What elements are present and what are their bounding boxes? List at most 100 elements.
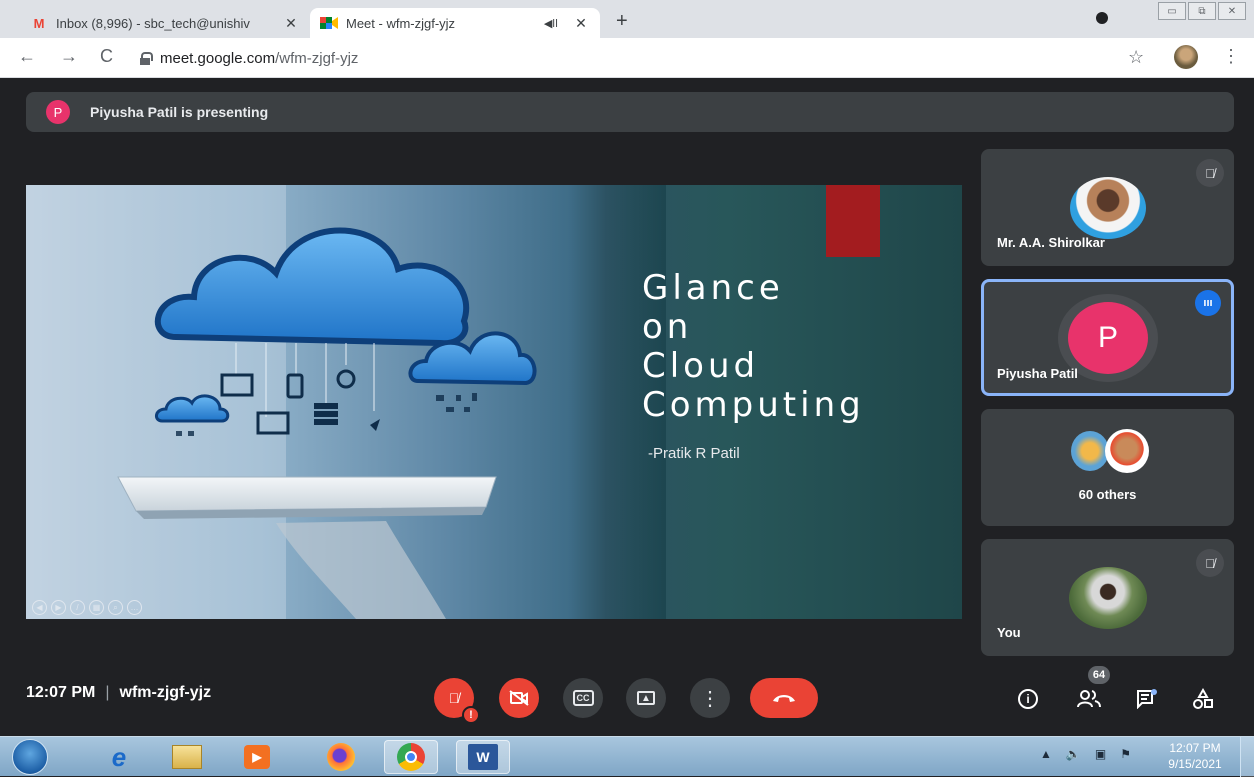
slide-title-line: Computing (642, 385, 865, 425)
current-time: 12:07 PM (26, 684, 96, 701)
mic-toggle-button[interactable]: 🎙̸ ! (434, 678, 480, 724)
forward-arrow-icon[interactable]: → (60, 46, 78, 67)
file-explorer-icon[interactable] (160, 740, 214, 774)
zoom-icon[interactable]: ⌕ (108, 600, 123, 615)
back-arrow-icon[interactable]: ← (18, 46, 36, 67)
chrome-icon[interactable] (384, 740, 438, 774)
show-hidden-icons-icon[interactable]: ▲ (1040, 747, 1052, 761)
people-icon (1077, 690, 1101, 708)
camera-toggle-button[interactable] (499, 678, 539, 718)
chat-button[interactable] (1132, 684, 1162, 714)
mic-off-icon: 🎙̸ (1196, 549, 1224, 577)
clock-time: 12:07 PM (1169, 741, 1221, 755)
participant-photo (1105, 429, 1149, 473)
leave-call-button[interactable] (750, 678, 818, 718)
people-button[interactable] (1074, 684, 1104, 714)
warning-badge: ! (462, 706, 480, 724)
lock-icon[interactable] (140, 52, 153, 65)
word-icon[interactable]: W (456, 740, 510, 774)
network-icon[interactable]: ▣ (1095, 747, 1106, 761)
activities-button[interactable] (1188, 684, 1218, 714)
url-domain: meet.google.com (160, 49, 276, 67)
slide-title: Glance on Cloud Computing (642, 269, 865, 425)
pen-icon[interactable]: / (70, 600, 85, 615)
tab-meet[interactable]: Meet - wfm-zjgf-yjz ◀ǀǀ ✕ (310, 8, 600, 38)
minimize-button[interactable]: ▭ (1158, 2, 1186, 20)
meeting-code: wfm-zjgf-yjz (119, 684, 212, 701)
slide-author: -Pratik R Patil (648, 445, 740, 462)
reload-icon[interactable]: C (100, 46, 113, 67)
clock-date: 9/15/2021 (1168, 757, 1222, 771)
url-path: /wfm-zjgf-yjz (275, 49, 359, 67)
show-desktop-button[interactable] (1240, 737, 1254, 777)
close-icon[interactable]: ✕ (572, 15, 590, 32)
start-button[interactable] (12, 739, 48, 775)
profile-avatar[interactable] (1174, 45, 1198, 69)
participant-tile-piyusha[interactable]: ııı P Piyusha Patil (981, 279, 1234, 396)
slide-controls: ◀ ▶ / ▦ ⌕ … (32, 600, 142, 615)
participant-name: Mr. A.A. Shirolkar (997, 235, 1105, 250)
new-tab-button[interactable]: + (616, 10, 628, 33)
participant-name: You (997, 625, 1021, 640)
more-options-icon[interactable]: … (127, 600, 142, 615)
participant-photo (1069, 567, 1147, 629)
presenting-text: Piyusha Patil is presenting (90, 104, 269, 120)
tab-title: Inbox (8,996) - sbc_tech@unishiv (56, 15, 250, 31)
meet-stage: P Piyusha Patil is presenting Glance on … (0, 78, 1254, 736)
slide-title-line: on (642, 307, 693, 347)
close-icon[interactable]: ✕ (282, 15, 300, 32)
bookmark-star-icon[interactable]: ☆ (1128, 47, 1144, 68)
participant-avatar: P (1068, 302, 1148, 374)
presenting-banner: P Piyusha Patil is presenting (26, 92, 1234, 132)
present-screen-button[interactable]: ▲ (626, 678, 666, 718)
internet-explorer-icon[interactable]: e (92, 740, 146, 774)
participant-name: Piyusha Patil (997, 366, 1078, 381)
slides-grid-icon[interactable]: ▦ (89, 600, 104, 615)
participant-count-badge: 64 (1088, 666, 1110, 684)
tab-search-icon[interactable] (1096, 12, 1108, 24)
captions-icon: CC (572, 690, 594, 706)
info-icon: i (1018, 689, 1038, 709)
tab-gmail-inbox[interactable]: M Inbox (8,996) - sbc_tech@unishiv ✕ (20, 8, 310, 38)
others-count: 60 others (1078, 487, 1137, 502)
more-options-button[interactable]: ⋮ (690, 678, 730, 718)
volume-icon[interactable]: 🔈 (1066, 747, 1081, 761)
meet-icon (320, 16, 338, 30)
meeting-info: 12:07 PM | wfm-zjgf-yjz (26, 684, 211, 702)
firefox-icon[interactable] (314, 740, 368, 774)
participant-photo (1070, 177, 1146, 239)
camera-off-icon (509, 690, 529, 706)
chat-icon (1137, 689, 1157, 709)
mic-off-icon: 🎙̸ (1196, 159, 1224, 187)
participant-tile-others[interactable]: 60 others (981, 409, 1234, 526)
speaker-icon[interactable]: ◀ǀǀ (544, 17, 558, 30)
activities-icon (1193, 688, 1213, 709)
media-player-icon[interactable]: ▶ (230, 740, 284, 774)
gmail-icon: M (33, 15, 45, 31)
tab-title: Meet - wfm-zjgf-yjz (346, 15, 456, 31)
action-center-flag-icon[interactable]: ⚑ (1120, 747, 1131, 761)
meeting-details-button[interactable]: i (1013, 684, 1043, 714)
browser-menu-icon[interactable]: ⋮ (1222, 46, 1240, 67)
system-clock[interactable]: 12:07 PM 9/15/2021 (1160, 740, 1230, 772)
captions-button[interactable]: CC (563, 678, 603, 718)
restore-button[interactable]: ⧉ (1188, 2, 1216, 20)
browser-toolbar: ← → C meet.google.com/wfm-zjgf-yjz ☆ ⋮ (0, 38, 1254, 78)
present-icon: ▲ (637, 691, 655, 705)
participant-tile-you[interactable]: 🎙̸ You (981, 539, 1234, 656)
previous-slide-icon[interactable]: ◀ (32, 600, 47, 615)
presentation-slide: Glance on Cloud Computing -Pratik R Pati… (26, 185, 962, 619)
window-controls: ▭ ⧉ ✕ (1158, 2, 1246, 20)
separator: | (105, 684, 110, 701)
word-label: W (468, 744, 498, 770)
windows-taskbar: e ▶ W ▲ 🔈 ▣ ⚑ 12:07 PM 9/15/2021 (0, 736, 1254, 777)
participant-tile-shirolkar[interactable]: 🎙̸ Mr. A.A. Shirolkar (981, 149, 1234, 266)
next-slide-icon[interactable]: ▶ (51, 600, 66, 615)
system-tray: ▲ 🔈 ▣ ⚑ (1040, 747, 1131, 761)
browser-tab-strip: M Inbox (8,996) - sbc_tech@unishiv ✕ Mee… (0, 0, 1254, 38)
address-bar[interactable]: meet.google.com/wfm-zjgf-yjz (140, 44, 1140, 72)
close-window-button[interactable]: ✕ (1218, 2, 1246, 20)
speaking-indicator-icon: ııı (1195, 290, 1221, 316)
slide-title-line: Cloud (642, 346, 760, 386)
mic-off-icon: 🎙̸ (448, 690, 460, 706)
